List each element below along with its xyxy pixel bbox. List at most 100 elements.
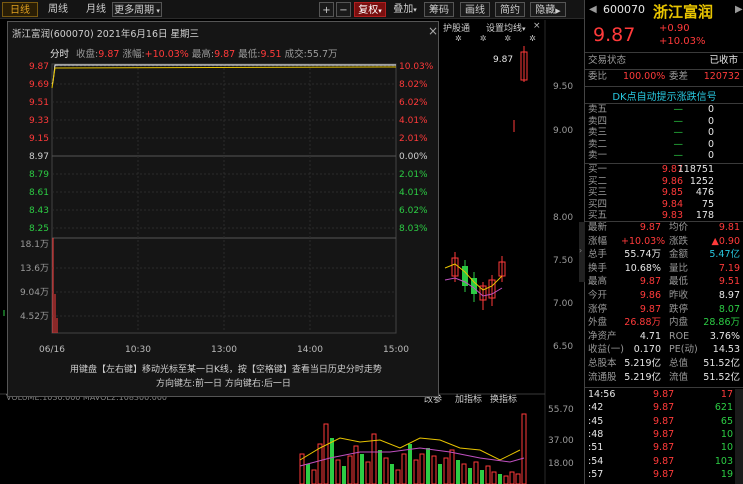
kline-y-tick: 9.50: [553, 82, 573, 92]
stat-value: 9.81: [718, 222, 740, 233]
volume-bar: [461, 463, 467, 484]
bids-row[interactable]: 买一 9.87 118751: [585, 164, 743, 176]
volume-bar: [347, 455, 353, 484]
add-indicator-button[interactable]: 加指标: [455, 392, 482, 405]
stat-row: 最新 9.87 均价 9.81: [585, 222, 743, 234]
ma-settings-button[interactable]: 设置均线▾: [486, 21, 526, 34]
dk-signal-link[interactable]: DK点自动提示涨跌信号: [585, 88, 743, 103]
kline-y-tick: 7.50: [553, 256, 573, 266]
bids-row[interactable]: 买四 9.84 75: [585, 199, 743, 211]
volume-y-tick: 55.70: [548, 405, 574, 415]
asks-row[interactable]: 卖二 — 0: [585, 139, 743, 151]
bids-level: 买二: [588, 175, 608, 187]
bids-row[interactable]: 买三 9.85 476: [585, 187, 743, 199]
draw-line-button[interactable]: 画线: [460, 2, 490, 17]
asks-level: 卖三: [588, 127, 608, 139]
pct-tick: 6.02%: [399, 98, 428, 108]
pct-tick: 0.00%: [399, 152, 428, 162]
volume-bar: [323, 423, 329, 484]
tick-volume: 10: [720, 428, 733, 440]
asks-row[interactable]: 卖三 — 0: [585, 127, 743, 139]
chevron-down-icon: ▾: [154, 7, 160, 15]
stat-value: 5.219亿: [624, 358, 661, 369]
kline-y-tick: 7.00: [553, 299, 573, 309]
stat-label: 外盘: [588, 317, 608, 329]
stat-row: 总手 55.74万 金额 5.47亿: [585, 249, 743, 261]
chevron-down-icon: ▾: [522, 25, 526, 33]
stat-value: +10.03%: [621, 235, 666, 247]
volume-bar: [317, 443, 323, 484]
volume-bar: [491, 471, 497, 484]
asks-row[interactable]: 卖四 — 0: [585, 116, 743, 128]
volume-bar: [342, 466, 346, 484]
restore-rights-button[interactable]: 复权▾: [354, 2, 386, 17]
chevron-down-icon: ▾: [378, 7, 382, 15]
asks-row[interactable]: 卖一 — 0: [585, 150, 743, 162]
stat-label: 涨幅: [588, 235, 608, 247]
tab-weekly[interactable]: 周线: [40, 2, 76, 17]
tab-daily[interactable]: 日线: [2, 2, 38, 17]
bids-price: 9.84: [661, 198, 683, 210]
zoom-out-button[interactable]: −: [336, 2, 351, 17]
asks-level: 卖四: [588, 115, 608, 127]
price-tick: 9.51: [29, 98, 49, 108]
price-tick: 9.87: [29, 62, 49, 72]
prev-stock-icon[interactable]: ◀: [589, 4, 597, 15]
stat-value: 26.88万: [624, 317, 661, 329]
tick-volume: 19: [720, 468, 733, 480]
stat-label: 净资产: [588, 330, 617, 342]
bids-row[interactable]: 买二 9.86 1252: [585, 176, 743, 188]
stat-row: 总股本 5.219亿 总值 51.52亿: [585, 358, 743, 370]
stat-row: 流通股 5.219亿 流值 51.52亿: [585, 372, 743, 384]
zoom-in-button[interactable]: +: [319, 2, 334, 17]
stat-value: 0.170: [633, 344, 661, 356]
tick-time: :48: [588, 428, 604, 440]
tick-row: :45 9.87 65: [585, 416, 735, 428]
pct-tick: 10.03%: [399, 62, 434, 72]
asks-price: —: [673, 138, 684, 150]
stat-label: 量比: [669, 262, 689, 274]
tick-price: 9.87: [653, 468, 675, 480]
intraday-chart[interactable]: 9.87 10.03% 9.69 8.02% 9.51 6.02% 9.33 4.01% 9.1…: [8, 22, 440, 398]
volume-bar: [335, 459, 341, 484]
restore-rights-label: 复权: [358, 5, 379, 16]
tick-row: :48 9.87 10: [585, 429, 735, 441]
chips-button[interactable]: 筹码: [424, 2, 454, 17]
shares-connect-label[interactable]: 护股通: [443, 21, 470, 34]
stat-value: 55.74万: [624, 249, 661, 261]
tick-time: :54: [588, 455, 604, 467]
switch-indicator-button[interactable]: 换指标: [490, 392, 517, 405]
tick-price: 9.87: [653, 415, 675, 427]
next-stock-icon[interactable]: ▶: [735, 4, 743, 15]
volume-bar: [485, 465, 491, 484]
volume-bar: [419, 453, 425, 484]
volume-bar: [360, 454, 364, 484]
tick-volume: 17: [720, 389, 733, 400]
tick-scrollbar[interactable]: [735, 389, 743, 484]
asks-row[interactable]: 卖五 — 0: [585, 104, 743, 116]
stock-name: 浙江富润: [653, 3, 714, 21]
close-icon[interactable]: ×: [533, 21, 541, 31]
tick-row: :42 9.87 621: [585, 402, 735, 414]
more-periods-dropdown[interactable]: 更多周期 ▾: [112, 2, 162, 17]
ma-settings-label: 设置均线: [486, 24, 523, 34]
volume-bar: [468, 468, 472, 484]
volume-bar: [330, 438, 334, 484]
stat-label: 金额: [669, 249, 689, 261]
bids-level: 买一: [588, 164, 608, 175]
volume-bar: [306, 464, 310, 484]
tick-price: 9.87: [653, 402, 675, 414]
stat-value: 8.97: [718, 290, 740, 301]
bids-price: 9.86: [661, 175, 683, 187]
brief-button[interactable]: 简约: [495, 2, 525, 17]
overlay-button[interactable]: 叠加▾: [389, 2, 421, 17]
volume-y-tick: 18.00: [548, 459, 574, 469]
hide-indicator-button[interactable]: 隐藏▶: [530, 2, 566, 17]
kline-y-tick: 8.00: [553, 213, 573, 223]
pct-tick: 2.01%: [399, 134, 428, 144]
volume-bar: [371, 433, 377, 484]
tab-monthly[interactable]: 月线: [78, 2, 114, 17]
stat-label: PE(动): [669, 344, 698, 356]
price-tick: 8.97: [29, 152, 49, 162]
stat-label: 涨跌: [669, 235, 689, 247]
